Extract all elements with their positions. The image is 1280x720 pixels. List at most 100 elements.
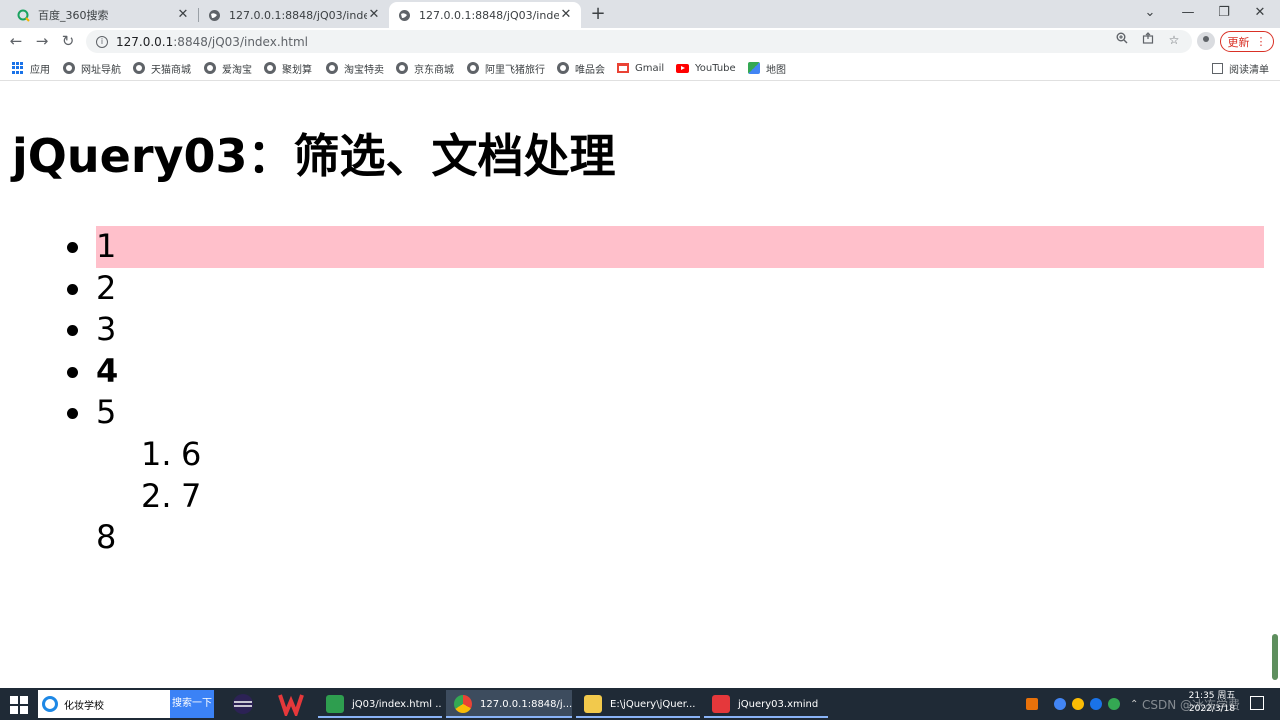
clock-date: 2022/3/18 <box>1188 704 1236 714</box>
youtube-icon <box>676 63 689 73</box>
hbuilder-icon <box>326 695 344 713</box>
bookmark-item[interactable]: 唯品会 <box>557 61 605 76</box>
bookmark-item[interactable]: 聚划算 <box>264 61 312 76</box>
ordered-list-number: 1. <box>141 434 172 473</box>
reload-icon[interactable]: ↻ <box>58 31 78 51</box>
bookmark-label: 聚划算 <box>282 64 312 76</box>
tab-title: 127.0.0.1:8848/jQ03/index.html <box>229 8 367 22</box>
bookmark-label: 爱淘宝 <box>222 64 252 76</box>
taskbar-app-explorer[interactable]: E:\jQuery\jQuer... <box>576 690 700 718</box>
close-window-button[interactable]: ✕ <box>1242 0 1278 26</box>
bookmark-label: 地图 <box>766 64 786 76</box>
taskbar-app-chrome[interactable]: 127.0.0.1:8848/j... <box>446 690 572 718</box>
ie-icon <box>42 696 58 712</box>
globe-icon <box>557 62 569 74</box>
ordered-list-text: 6 <box>181 434 202 473</box>
bookmark-item[interactable]: 阿里飞猪旅行 <box>467 61 545 76</box>
globe-icon <box>326 62 338 74</box>
page-heading: jQuery03：筛选、文档处理 <box>12 129 616 183</box>
tab-search-chevron-icon[interactable]: ⌄ <box>1132 0 1168 26</box>
close-tab-icon[interactable]: ✕ <box>176 8 190 22</box>
bookmark-youtube[interactable]: YouTube <box>676 61 736 75</box>
bookmark-item[interactable]: 网址导航 <box>63 61 121 76</box>
taskbar-app-label: E:\jQuery\jQuer... <box>610 698 696 710</box>
bookmark-item[interactable]: 淘宝特卖 <box>326 61 384 76</box>
network-icon[interactable]: ⌃ <box>1130 699 1138 710</box>
taskbar-app-hbuilder[interactable]: jQ03/index.html ... <box>318 690 442 718</box>
bookmark-item[interactable]: 京东商城 <box>396 61 454 76</box>
ordered-list-item: 1. 6 <box>96 434 1264 476</box>
list-item: 1 <box>67 226 1264 268</box>
folder-icon <box>584 695 602 713</box>
taskbar-app-label: 127.0.0.1:8848/j... <box>480 698 572 710</box>
bookmark-item[interactable]: 爱淘宝 <box>204 61 252 76</box>
wps-icon[interactable] <box>278 692 304 719</box>
tab-baidu-360[interactable]: 百度_360搜索 ✕ <box>8 2 198 28</box>
address-bar[interactable]: i 127.0.0.1:8848/jQ03/index.html <box>86 30 1192 53</box>
globe-icon <box>133 62 145 74</box>
tab-localhost-1[interactable]: 127.0.0.1:8848/jQ03/index.html ✕ <box>199 2 389 28</box>
reading-list[interactable]: 阅读清单 <box>1212 61 1269 76</box>
list-item: 2 <box>67 268 1264 310</box>
browser-toolbar: ← → ↻ i 127.0.0.1:8848/jQ03/index.html ☆… <box>0 28 1280 55</box>
globe-icon <box>204 62 216 74</box>
close-tab-icon[interactable]: ✕ <box>367 8 381 22</box>
tray-security-icon[interactable] <box>1108 698 1120 710</box>
clock-time: 21:35 周五 <box>1188 691 1236 701</box>
system-tray: ⌃ <box>1026 688 1138 720</box>
taskbar-app-xmind[interactable]: jQuery03.xmind <box>704 690 828 718</box>
eclipse-icon[interactable] <box>230 692 256 716</box>
close-tab-icon[interactable]: ✕ <box>559 8 573 22</box>
profile-avatar[interactable] <box>1197 32 1215 50</box>
zoom-icon[interactable] <box>1113 31 1131 49</box>
new-tab-button[interactable]: + <box>588 4 608 24</box>
update-label: 更新 <box>1227 35 1250 49</box>
more-menu-icon: ⋮ <box>1255 35 1267 48</box>
bookmark-label: 网址导航 <box>81 64 121 76</box>
bookmark-label: 天猫商城 <box>151 64 191 76</box>
browser-tab-strip: 百度_360搜索 ✕ 127.0.0.1:8848/jQ03/index.htm… <box>0 0 1280 28</box>
notification-icon[interactable] <box>1250 696 1264 710</box>
scrollbar-thumb[interactable] <box>1272 634 1278 680</box>
page-scrollbar[interactable] <box>1272 82 1280 688</box>
list-item: 4 <box>67 351 1264 393</box>
globe-icon <box>396 62 408 74</box>
forward-arrow-icon[interactable]: → <box>32 31 52 51</box>
restore-window-button[interactable]: ❐ <box>1206 0 1242 26</box>
bookmark-star-icon[interactable]: ☆ <box>1165 31 1183 49</box>
bookmark-label: Gmail <box>635 62 665 74</box>
list-item: 3 <box>67 309 1264 351</box>
taskbar-app-label: jQ03/index.html ... <box>352 698 442 710</box>
site-info-icon[interactable]: i <box>96 35 108 48</box>
update-button[interactable]: 更新 ⋮ <box>1220 31 1274 52</box>
xmind-icon <box>712 695 730 713</box>
bookmarks-bar: 应用 网址导航 天猫商城 爱淘宝 聚划算 淘宝特卖 京东商城 阿里飞猪旅行 唯品… <box>0 55 1280 81</box>
bookmark-apps[interactable]: 应用 <box>12 61 50 76</box>
back-arrow-icon[interactable]: ← <box>6 31 26 51</box>
windows-start-icon[interactable] <box>10 696 28 714</box>
chrome-icon <box>454 695 472 713</box>
bookmark-gmail[interactable]: Gmail <box>617 61 664 75</box>
page-content: jQuery03：筛选、文档处理 1 2 3 4 5 1. 6 2. 7 8 <box>0 82 1272 688</box>
bookmark-item[interactable]: 天猫商城 <box>133 61 191 76</box>
taskbar-search-button[interactable]: 搜索一下 <box>170 690 214 718</box>
ordered-list-text: 7 <box>181 476 202 515</box>
minimize-window-button[interactable]: — <box>1170 0 1206 26</box>
share-icon[interactable] <box>1139 31 1157 49</box>
tab-localhost-2-active[interactable]: 127.0.0.1:8848/jQ03/index.html ✕ <box>389 2 581 28</box>
tray-shield-icon[interactable] <box>1090 698 1102 710</box>
reading-list-icon <box>1212 62 1223 74</box>
map-icon <box>748 62 760 74</box>
taskbar-clock[interactable]: 21:35 周五 2022/3/18 <box>1186 690 1238 716</box>
gmail-icon <box>617 63 629 73</box>
tray-app-icon[interactable] <box>1072 698 1084 710</box>
sogou-ime-icon[interactable] <box>1026 698 1038 710</box>
list-item: 5 <box>67 392 1264 434</box>
unordered-list: 1 2 3 4 5 1. 6 2. 7 8 <box>67 226 1264 559</box>
bookmark-maps[interactable]: 地图 <box>748 61 786 76</box>
taskbar-search-input[interactable]: 化妆学校 <box>38 690 170 718</box>
globe-icon <box>63 62 75 74</box>
globe-icon <box>207 8 221 22</box>
tray-app-icon[interactable] <box>1054 698 1066 710</box>
globe-icon <box>264 62 276 74</box>
